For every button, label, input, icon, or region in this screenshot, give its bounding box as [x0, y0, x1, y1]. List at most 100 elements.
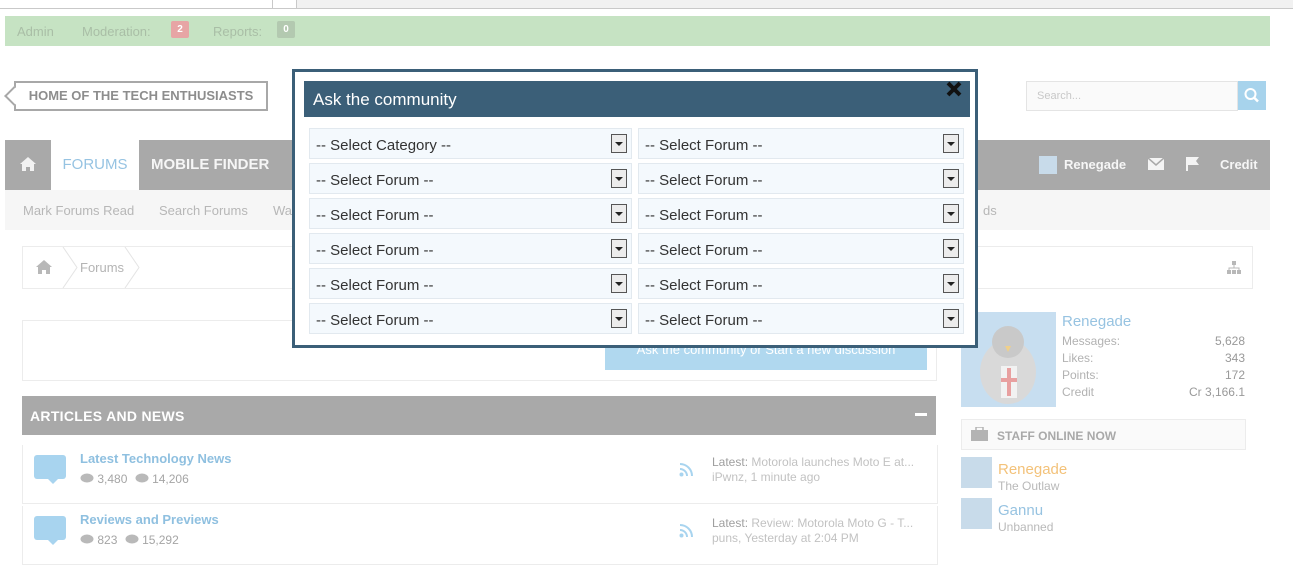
nav-user-link[interactable]: Renegade: [1064, 140, 1126, 190]
close-icon[interactable]: [943, 78, 965, 100]
stat-label: Points:: [1062, 368, 1099, 382]
moderation-link[interactable]: Moderation:: [82, 24, 151, 39]
inbox-icon[interactable]: [1147, 157, 1165, 176]
forum-title-link[interactable]: Latest Technology News: [80, 451, 231, 466]
browser-tab-strip: [0, 0, 1293, 9]
search-button[interactable]: [1238, 81, 1266, 110]
select-forum-dropdown[interactable]: -- Select Forum --: [309, 268, 632, 299]
stat-value: 172: [1224, 368, 1245, 382]
select-forum-dropdown[interactable]: -- Select Forum --: [309, 198, 632, 229]
latest-thread-link[interactable]: Review: Motorola Moto G - T...: [751, 516, 913, 530]
section-header-articles-news: ARTICLES AND NEWS: [22, 396, 936, 435]
subnav-link-partial-left[interactable]: Wa: [273, 203, 292, 218]
tab-forums[interactable]: FORUMS: [51, 140, 139, 190]
search-forums-link[interactable]: Search Forums: [159, 203, 248, 218]
staff-avatar[interactable]: [961, 457, 992, 488]
select-value: -- Select Forum --: [316, 207, 434, 224]
staff-online-title: STAFF ONLINE NOW: [997, 429, 1117, 443]
search-icon: [1244, 88, 1259, 103]
rss-icon[interactable]: [679, 524, 693, 538]
forum-latest-post: Latest: Review: Motorola Moto G - T... p…: [712, 516, 922, 546]
staff-avatar[interactable]: [961, 498, 992, 529]
select-forum-dropdown[interactable]: -- Select Forum --: [638, 233, 964, 264]
modal-header: Ask the community: [304, 81, 970, 117]
chevron-down-icon[interactable]: [611, 274, 627, 293]
forum-latest-post: Latest: Motorola launches Moto E at... i…: [712, 455, 922, 485]
sidebar-username-link[interactable]: Renegade: [1062, 313, 1131, 330]
select-forum-dropdown[interactable]: -- Select Forum --: [638, 163, 964, 194]
chevron-down-icon[interactable]: [943, 239, 959, 258]
forum-stats: 823 15,292: [80, 533, 179, 547]
select-forum-dropdown[interactable]: -- Select Forum --: [309, 303, 632, 334]
select-category-dropdown[interactable]: -- Select Category --: [309, 128, 632, 159]
sidebar-stat-credit: Credit Cr 3,166.1: [1062, 385, 1245, 399]
staff-title: The Outlaw: [998, 479, 1060, 493]
latest-thread-link[interactable]: Motorola launches Moto E at...: [751, 455, 914, 469]
chevron-down-icon[interactable]: [611, 169, 627, 188]
select-forum-dropdown[interactable]: -- Select Forum --: [638, 268, 964, 299]
staff-name-link[interactable]: Renegade: [998, 461, 1067, 478]
breadcrumb-home-icon[interactable]: [36, 260, 52, 279]
select-value: -- Select Forum --: [316, 277, 434, 294]
forum-row[interactable]: Latest Technology News 3,480 14,206 Late…: [22, 445, 938, 504]
select-forum-dropdown[interactable]: -- Select Forum --: [309, 163, 632, 194]
chevron-down-icon[interactable]: [943, 274, 959, 293]
modal-title: Ask the community: [313, 90, 457, 109]
collapse-icon[interactable]: [915, 413, 927, 416]
staff-title: Unbanned: [998, 520, 1054, 534]
staff-online-header: STAFF ONLINE NOW: [961, 419, 1246, 450]
stat-value: 5,628: [1214, 334, 1245, 348]
stat-value: Cr 3,166.1: [1188, 385, 1245, 399]
posts-icon: [125, 534, 139, 544]
sidebar-stat-likes: Likes: 343: [1062, 351, 1245, 365]
select-forum-dropdown[interactable]: -- Select Forum --: [309, 233, 632, 264]
nav-credit-link[interactable]: Credit: [1220, 140, 1258, 190]
site-tagline[interactable]: HOME OF THE TECH ENTHUSIASTS: [14, 81, 268, 111]
select-value: -- Select Forum --: [645, 277, 763, 294]
select-value: -- Select Forum --: [645, 207, 763, 224]
nav-user-avatar[interactable]: [1039, 156, 1057, 174]
mark-forums-read-link[interactable]: Mark Forums Read: [23, 203, 134, 218]
chevron-down-icon[interactable]: [943, 169, 959, 188]
rss-icon[interactable]: [679, 463, 693, 477]
alerts-flag-icon[interactable]: [1185, 156, 1201, 177]
sitemap-icon[interactable]: [1227, 261, 1241, 280]
home-icon: [20, 157, 36, 171]
chevron-down-icon[interactable]: [611, 134, 627, 153]
briefcase-icon: [971, 427, 988, 441]
select-forum-dropdown[interactable]: -- Select Forum --: [638, 128, 964, 159]
chevron-down-icon[interactable]: [611, 204, 627, 223]
browser-new-tab[interactable]: [272, 0, 297, 8]
threads-icon: [80, 534, 94, 544]
threads-icon: [80, 473, 94, 483]
forum-title-link[interactable]: Reviews and Previews: [80, 512, 219, 527]
chevron-down-icon[interactable]: [943, 204, 959, 223]
forum-row[interactable]: Reviews and Previews 823 15,292 Latest: …: [22, 506, 938, 565]
breadcrumb-forums[interactable]: Forums: [80, 260, 124, 275]
search-input[interactable]: Search...: [1026, 81, 1238, 111]
search-placeholder: Search...: [1037, 90, 1082, 102]
forum-speech-bubble-icon: [34, 455, 66, 484]
staff-name-link[interactable]: Gannu: [998, 502, 1043, 519]
forum-post-count: 14,206: [152, 472, 189, 486]
stat-value: 343: [1224, 351, 1245, 365]
nav-home-button[interactable]: [5, 140, 51, 190]
section-title: ARTICLES AND NEWS: [30, 408, 185, 424]
select-forum-dropdown[interactable]: -- Select Forum --: [638, 303, 964, 334]
reports-link[interactable]: Reports:: [213, 24, 262, 39]
forum-post-count: 15,292: [142, 533, 179, 547]
chevron-down-icon[interactable]: [943, 134, 959, 153]
select-forum-dropdown[interactable]: -- Select Forum --: [638, 198, 964, 229]
posts-icon: [135, 473, 149, 483]
tab-mobile-finder[interactable]: MOBILE FINDER: [151, 140, 269, 190]
latest-meta: puns, Yesterday at 2:04 PM: [712, 531, 859, 545]
chevron-down-icon[interactable]: [611, 239, 627, 258]
browser-tab[interactable]: [0, 0, 297, 8]
sidebar-stat-points: Points: 172: [1062, 368, 1245, 382]
chevron-down-icon[interactable]: [611, 309, 627, 328]
admin-link[interactable]: Admin: [17, 24, 54, 39]
latest-label: Latest:: [712, 455, 749, 469]
admin-bar: Admin Moderation: 2 Reports: 0: [5, 16, 1270, 46]
chevron-down-icon[interactable]: [943, 309, 959, 328]
subnav-link-partial-right[interactable]: ds: [983, 203, 997, 218]
